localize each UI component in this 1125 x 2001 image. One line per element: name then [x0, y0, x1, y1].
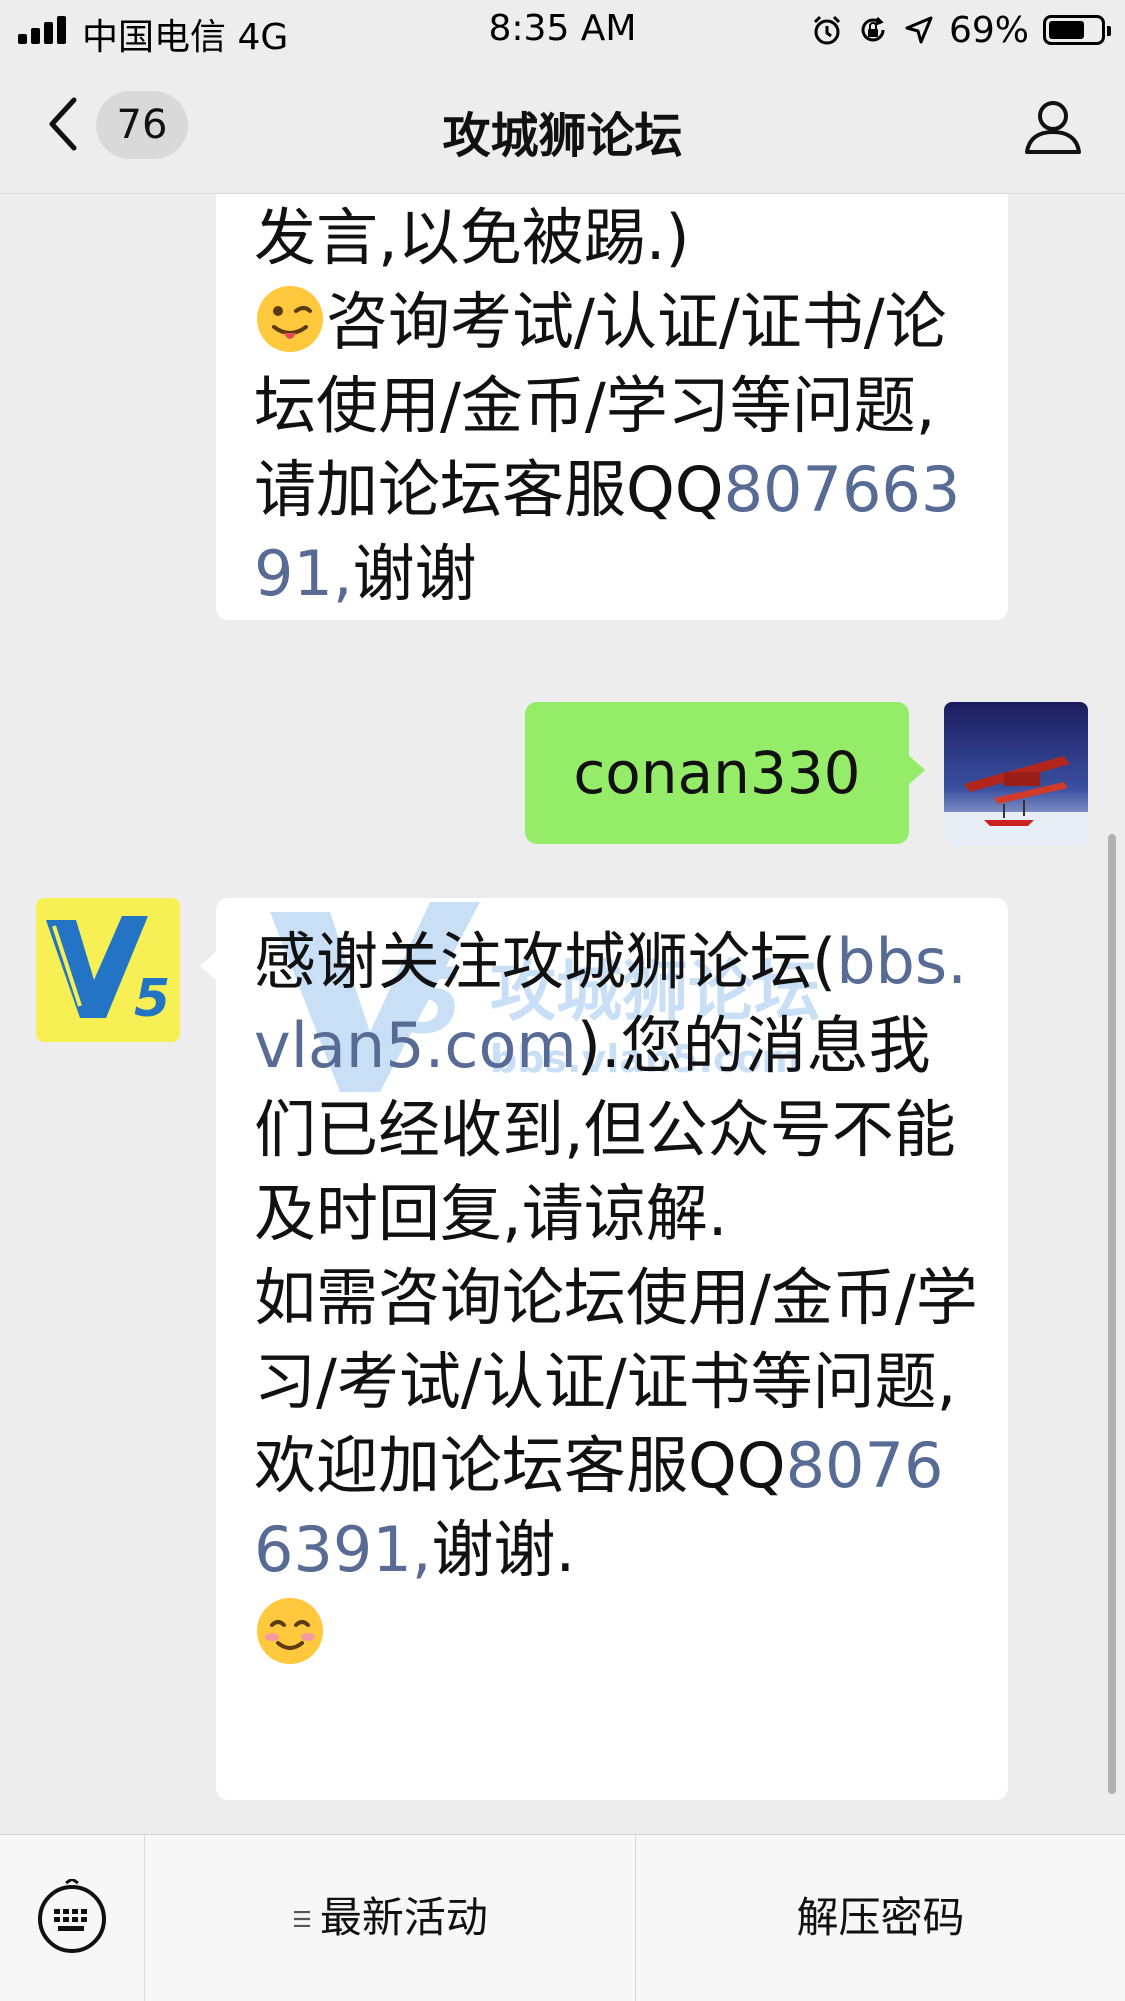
message-text: 感谢关注攻城狮论坛( — [254, 925, 837, 998]
menu-label: 最新活动 — [319, 1893, 488, 1942]
message-bubble-official[interactable]: 发言,以免被踢.) 咨询考试/认证/证书/论坛使用/金币/学习等问题,请加论坛客… — [216, 194, 1008, 620]
bottom-menu: ☰ 最新活动 解压密码 — [0, 1834, 1125, 2001]
smiling-blush-emoji — [257, 1598, 323, 1664]
nav-bar: 76 攻城狮论坛 — [0, 58, 1125, 194]
keyboard-toggle-button[interactable] — [0, 1835, 145, 2001]
winking-tongue-emoji — [257, 286, 323, 352]
message-text: 谢谢 — [352, 537, 477, 610]
message-text: 发言,以免被踢.) — [254, 201, 690, 274]
message-bubble-official[interactable]: 5 攻城狮论坛 bbs.vlan5.com 感谢关注攻城狮论坛(bbs.vlan… — [200, 898, 1008, 1800]
message-text: 谢谢. — [431, 1513, 576, 1586]
battery-percent: 69% — [948, 9, 1029, 51]
person-icon[interactable] — [1023, 96, 1083, 156]
menu-latest-activities[interactable]: ☰ 最新活动 — [145, 1835, 636, 2001]
battery-level — [1049, 21, 1084, 39]
v5-logo-avatar[interactable]: 5 — [36, 898, 180, 1042]
keyboard-icon — [38, 1879, 106, 1953]
rotation-lock-icon — [861, 16, 885, 42]
battery-icon — [1043, 15, 1111, 45]
page-title: 攻城狮论坛 — [442, 108, 683, 164]
menu-unzip-password[interactable]: 解压密码 — [636, 1835, 1125, 2001]
scrollbar[interactable] — [1108, 834, 1116, 1794]
chat-message-list[interactable]: 发言,以免被踢.) 咨询考试/认证/证书/论坛使用/金币/学习等问题,请加论坛客… — [0, 194, 1125, 1834]
menu-label: 解压密码 — [796, 1893, 965, 1942]
submenu-icon: ☰ — [292, 1907, 312, 1933]
svg-text:5: 5 — [134, 969, 170, 1029]
seaplane-avatar[interactable] — [944, 702, 1088, 846]
alarm-icon — [813, 15, 841, 45]
message-text: conan330 — [573, 739, 861, 807]
location-icon — [905, 16, 933, 44]
message-bubble-mine[interactable]: conan330 — [525, 702, 925, 844]
status-bar: 中国电信 4G 8:35 AM 69% — [0, 0, 1125, 58]
